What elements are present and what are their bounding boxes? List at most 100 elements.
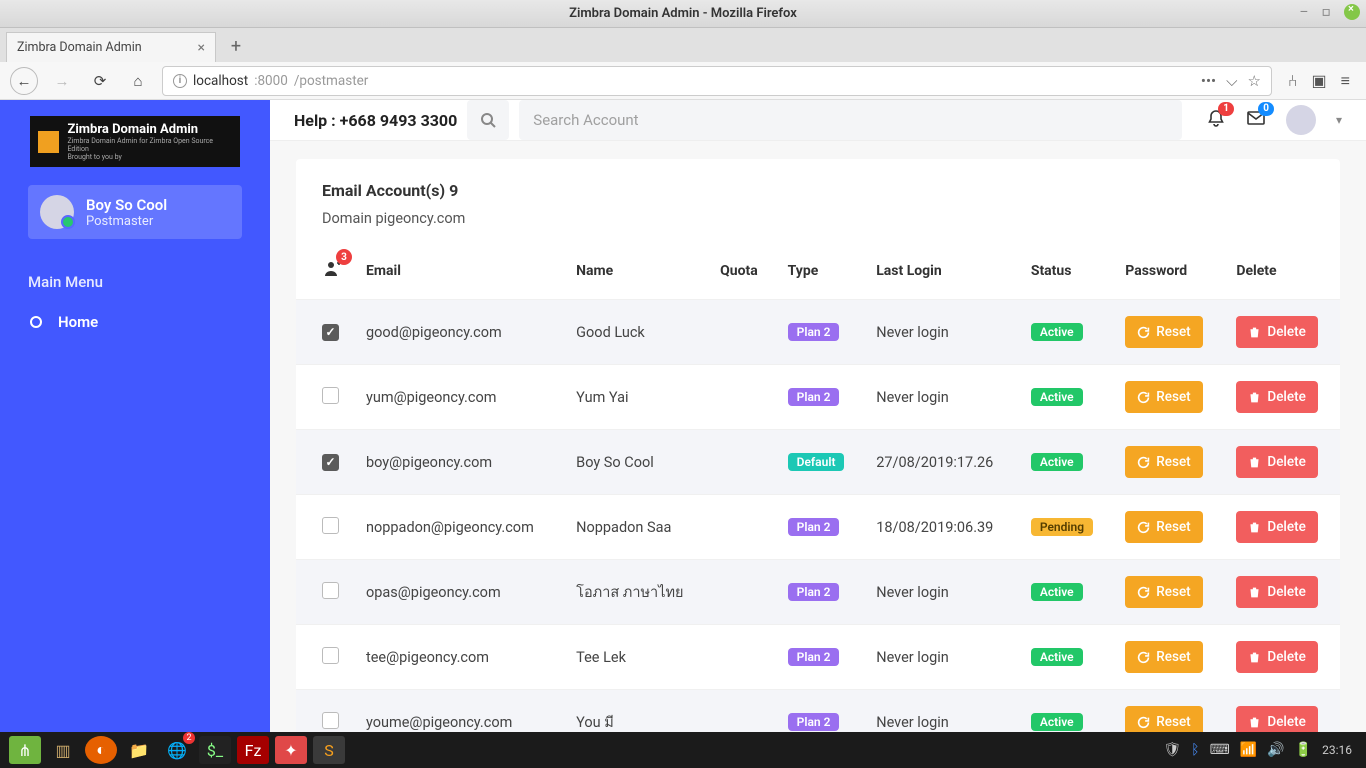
cell-type: Plan 2 <box>776 560 865 625</box>
window-maximize-icon[interactable] <box>1322 4 1336 18</box>
page-actions-icon[interactable]: ••• <box>1201 72 1216 90</box>
reset-button[interactable]: Reset <box>1125 641 1202 673</box>
row-checkbox[interactable] <box>322 517 339 534</box>
search-button[interactable] <box>467 100 509 140</box>
nav-reload-button[interactable]: ⟳ <box>86 67 114 95</box>
notification-badge: 1 <box>1218 102 1234 116</box>
cell-quota <box>708 495 776 560</box>
help-phone: Help : +668 9493 3300 <box>294 111 457 130</box>
hamburger-menu-icon[interactable]: ≡ <box>1341 71 1350 91</box>
taskbar-terminal[interactable]: $_ <box>199 736 231 764</box>
logo-title: Zimbra Domain Admin <box>67 122 232 137</box>
delete-button[interactable]: Delete <box>1236 381 1317 413</box>
app-logo: Zimbra Domain Admin Zimbra Domain Admin … <box>30 116 240 167</box>
tray-shield-icon[interactable]: 🛡 <box>1163 742 1181 758</box>
table-row: good@pigeoncy.com Good Luck Plan 2 Never… <box>296 300 1340 365</box>
topbar-avatar-icon[interactable] <box>1286 105 1316 135</box>
sidebar-item-home[interactable]: Home <box>0 299 270 345</box>
row-checkbox[interactable] <box>322 324 339 341</box>
taskbar-files-2[interactable]: 📁 <box>123 736 155 764</box>
col-delete: Delete <box>1224 243 1340 300</box>
url-path: /postmaster <box>294 73 369 89</box>
new-tab-button[interactable]: + <box>222 32 250 60</box>
taskbar-filezilla[interactable]: Fz <box>237 736 269 764</box>
table-row: noppadon@pigeoncy.com Noppadon Saa Plan … <box>296 495 1340 560</box>
taskbar-files[interactable]: ▥ <box>47 736 79 764</box>
tray-network-icon[interactable]: 📶 <box>1240 742 1257 758</box>
col-name: Name <box>564 243 708 300</box>
circle-icon <box>28 314 44 330</box>
cell-quota <box>708 430 776 495</box>
row-checkbox[interactable] <box>322 712 339 729</box>
messages-button[interactable]: 0 <box>1246 108 1266 132</box>
row-checkbox[interactable] <box>322 582 339 599</box>
cell-last-login: 27/08/2019:17.26 <box>864 430 1019 495</box>
refresh-icon <box>1137 326 1150 339</box>
col-email: Email <box>354 243 564 300</box>
cell-email: yum@pigeoncy.com <box>354 365 564 430</box>
tray-clock[interactable]: 23:16 <box>1322 743 1352 757</box>
refresh-icon <box>1137 651 1150 664</box>
url-bar[interactable]: i localhost:8000/postmaster ••• ⌵ ☆ <box>162 66 1272 96</box>
sidebar-user-card[interactable]: Boy So Cool Postmaster <box>28 185 242 239</box>
table-row: boy@pigeoncy.com Boy So Cool Default 27/… <box>296 430 1340 495</box>
row-checkbox[interactable] <box>322 454 339 471</box>
tab-title: Zimbra Domain Admin <box>17 40 142 55</box>
delete-button[interactable]: Delete <box>1236 641 1317 673</box>
tab-close-icon[interactable]: × <box>198 40 205 56</box>
col-password: Password <box>1113 243 1224 300</box>
nav-forward-button[interactable]: → <box>48 67 76 95</box>
pocket-icon[interactable]: ⌵ <box>1226 72 1237 90</box>
taskbar-firefox[interactable]: ◐ <box>85 736 117 764</box>
sidebar-icon[interactable]: ▣ <box>1312 71 1327 91</box>
tray-bluetooth-icon[interactable]: ᛒ <box>1191 742 1199 758</box>
panel-domain: Domain pigeoncy.com <box>296 206 1340 243</box>
col-type: Type <box>776 243 865 300</box>
cell-email: noppadon@pigeoncy.com <box>354 495 564 560</box>
chevron-down-icon[interactable]: ▾ <box>1336 113 1342 127</box>
taskbar-sublime[interactable]: S <box>313 736 345 764</box>
library-icon[interactable]: ⑃ <box>1288 71 1298 91</box>
tray-volume-icon[interactable]: 🔊 <box>1267 742 1284 758</box>
col-last-login: Last Login <box>864 243 1019 300</box>
person-add-icon[interactable]: 3 <box>322 259 342 283</box>
trash-icon <box>1248 326 1261 339</box>
reset-button[interactable]: Reset <box>1125 576 1202 608</box>
reset-button[interactable]: Reset <box>1125 511 1202 543</box>
search-input[interactable] <box>519 100 1182 140</box>
menu-section-label: Main Menu <box>0 259 270 299</box>
bookmark-star-icon[interactable]: ☆ <box>1247 72 1260 90</box>
browser-tab-active[interactable]: Zimbra Domain Admin × <box>6 32 216 62</box>
row-checkbox[interactable] <box>322 387 339 404</box>
cell-status: Active <box>1019 300 1113 365</box>
tray-keyboard-icon[interactable]: ⌨ <box>1210 742 1230 758</box>
reset-button[interactable]: Reset <box>1125 446 1202 478</box>
cell-name: Yum Yai <box>564 365 708 430</box>
refresh-icon <box>1137 716 1150 729</box>
delete-button[interactable]: Delete <box>1236 576 1317 608</box>
reset-button[interactable]: Reset <box>1125 381 1202 413</box>
window-close-icon[interactable] <box>1344 4 1360 20</box>
col-quota: Quota <box>708 243 776 300</box>
nav-home-button[interactable]: ⌂ <box>124 67 152 95</box>
delete-button[interactable]: Delete <box>1236 511 1317 543</box>
taskbar-chrome[interactable]: 🌐2 <box>161 736 193 764</box>
delete-button[interactable]: Delete <box>1236 316 1317 348</box>
refresh-icon <box>1137 391 1150 404</box>
cell-quota <box>708 365 776 430</box>
delete-button[interactable]: Delete <box>1236 706 1317 732</box>
reset-button[interactable]: Reset <box>1125 706 1202 732</box>
taskbar-app-red[interactable]: ✦ <box>275 736 307 764</box>
taskbar-mint-menu[interactable]: ⋔ <box>9 736 41 764</box>
logo-subtitle-2: Brought to you by <box>67 153 232 161</box>
notifications-button[interactable]: 1 <box>1206 108 1226 132</box>
col-status: Status <box>1019 243 1113 300</box>
delete-button[interactable]: Delete <box>1236 446 1317 478</box>
row-checkbox[interactable] <box>322 647 339 664</box>
tray-battery-icon[interactable]: 🔋 <box>1295 742 1312 758</box>
reset-button[interactable]: Reset <box>1125 316 1202 348</box>
cell-email: opas@pigeoncy.com <box>354 560 564 625</box>
nav-back-button[interactable]: ← <box>10 67 38 95</box>
window-minimize-icon[interactable] <box>1300 4 1314 18</box>
cell-status: Pending <box>1019 495 1113 560</box>
